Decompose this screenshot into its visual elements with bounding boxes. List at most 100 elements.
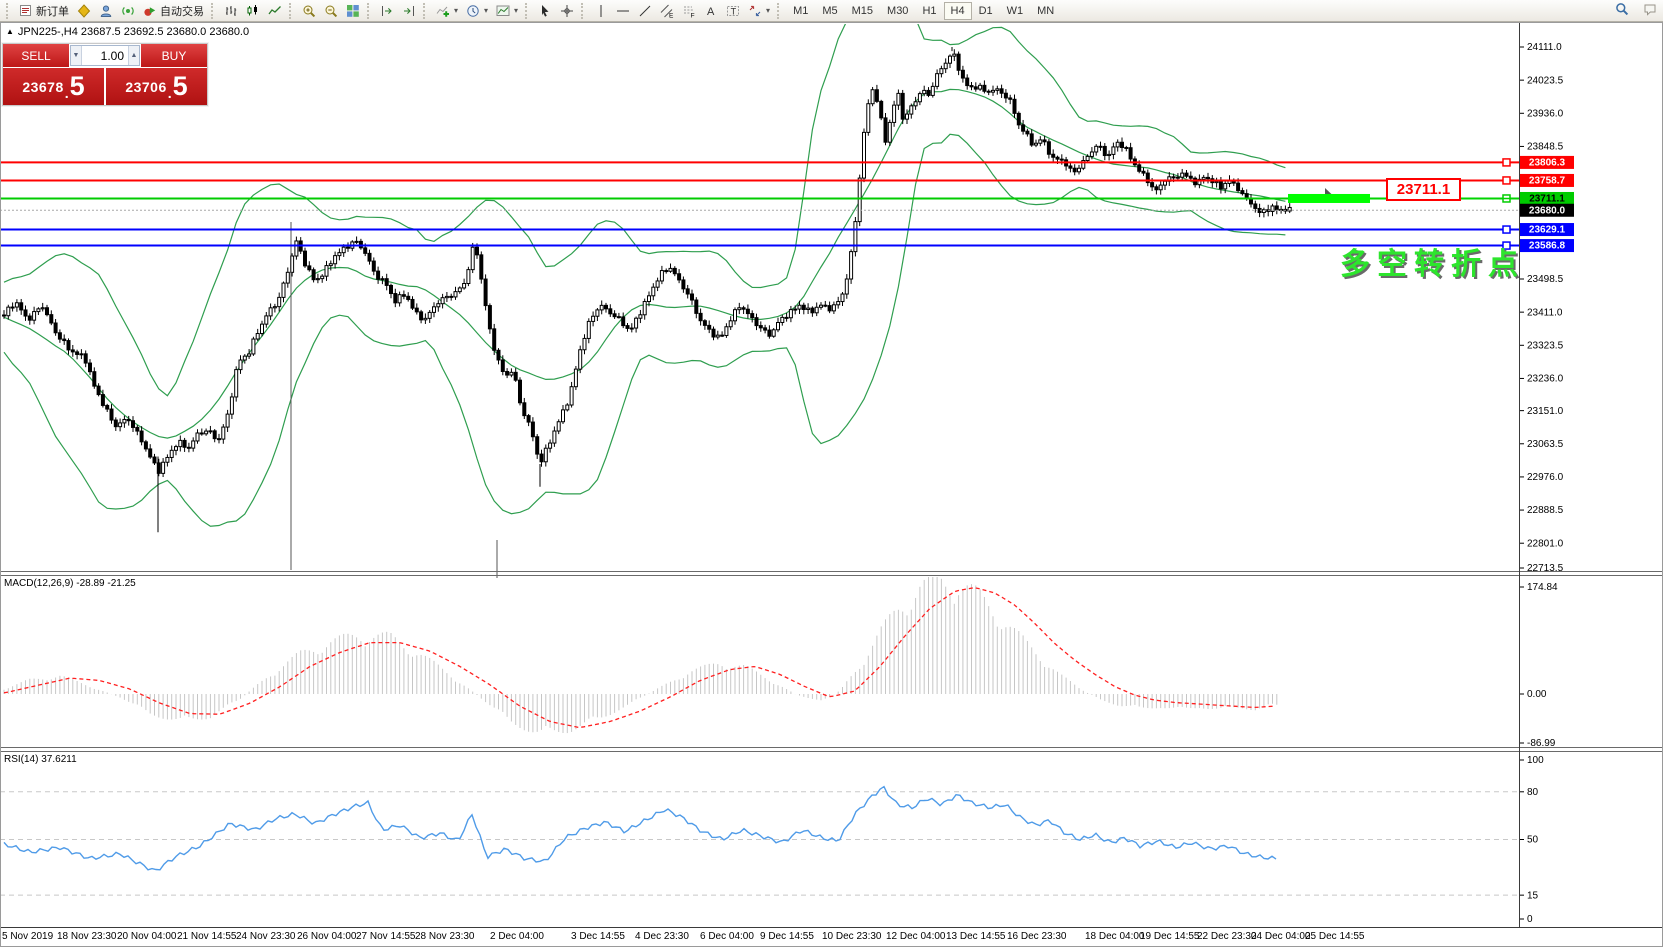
zoom-in-button[interactable]: [298, 1, 320, 21]
candle-body: [450, 296, 453, 297]
timeframe-w1-button[interactable]: W1: [1000, 2, 1031, 20]
crosshair-button[interactable]: [556, 1, 578, 21]
toolbar-grip: [367, 3, 373, 19]
auto-scroll-button[interactable]: [398, 1, 420, 21]
price-line-label-text: 23806.3: [1529, 158, 1566, 169]
time-axis-label: 16 Dec 23:30: [1007, 931, 1067, 942]
buy-button[interactable]: BUY: [141, 44, 207, 67]
community-icon[interactable]: [95, 1, 117, 21]
templates-button[interactable]: ▾: [492, 1, 522, 21]
fibonacci-button[interactable]: F: [678, 1, 700, 21]
label-button[interactable]: T: [722, 1, 744, 21]
price-callout[interactable]: 23711.1: [1386, 178, 1461, 201]
timeframe-mn-button[interactable]: MN: [1030, 2, 1061, 20]
candle-body: [316, 279, 319, 280]
buy-price[interactable]: 23706.5: [106, 68, 207, 105]
candle-body: [1142, 171, 1145, 173]
line-chart-button[interactable]: [264, 1, 286, 21]
autotrading-button[interactable]: 自动交易: [139, 1, 208, 21]
timeframe-h4-button[interactable]: H4: [944, 2, 972, 20]
chevron-down-icon[interactable]: ▾: [514, 6, 518, 15]
highlight-rectangle[interactable]: [1288, 194, 1370, 203]
candle-body: [458, 288, 461, 292]
candle-body: [755, 318, 758, 326]
timeframe-m1-button[interactable]: M1: [786, 2, 815, 20]
bar-chart-button[interactable]: [220, 1, 242, 21]
chevron-down-icon[interactable]: ▾: [766, 6, 770, 15]
sell-button[interactable]: SELL: [3, 44, 69, 67]
candle-body: [592, 316, 595, 321]
search-icon[interactable]: [1615, 2, 1629, 21]
candle-body: [368, 253, 371, 261]
line-anchor-marker[interactable]: [1503, 226, 1510, 233]
candle-body: [609, 309, 612, 314]
time-axis-label: 24 Nov 23:30: [236, 931, 296, 942]
line-anchor-marker[interactable]: [1503, 177, 1510, 184]
sell-price[interactable]: 23678.5: [3, 68, 104, 105]
candle-body: [488, 306, 491, 329]
time-axis-label: 9 Dec 14:55: [760, 931, 814, 942]
search-glyph: [1615, 2, 1629, 16]
mql5-market-icon[interactable]: [73, 1, 95, 21]
candle-body: [187, 447, 190, 448]
candle-body: [1004, 93, 1007, 98]
linechart-glyph: [268, 4, 282, 18]
toolbar-grip: [211, 3, 217, 19]
volume-increase-button[interactable]: ▲: [128, 46, 139, 65]
time-axis-label: 24 Dec 04:00: [1251, 931, 1311, 942]
timeframe-m30-button[interactable]: M30: [880, 2, 915, 20]
chevron-down-icon[interactable]: ▾: [454, 6, 458, 15]
trendline-button[interactable]: [634, 1, 656, 21]
rsi-axis-label: 0: [1527, 914, 1533, 925]
indicators-button[interactable]: ▾: [432, 1, 462, 21]
chart-area[interactable]: 24111.024023.523936.023848.523761.023673…: [0, 0, 1663, 947]
candle-body: [428, 312, 431, 318]
chart-annotation[interactable]: 多空转折点: [1340, 239, 1525, 283]
timeframe-m5-button[interactable]: M5: [815, 2, 844, 20]
candle-body: [265, 316, 268, 324]
candle-body: [910, 106, 913, 114]
cursor-button[interactable]: [534, 1, 556, 21]
candle-body: [463, 284, 466, 288]
timeframe-d1-button[interactable]: D1: [972, 2, 1000, 20]
toolbar-grip: [6, 3, 12, 19]
chart-shift-button[interactable]: [376, 1, 398, 21]
chevron-down-icon[interactable]: ▾: [484, 6, 488, 15]
candle-body: [906, 114, 909, 119]
buy-price-main: 23706: [125, 79, 166, 95]
candle-body: [123, 419, 126, 422]
candle-body: [966, 78, 969, 86]
candle-body: [622, 317, 625, 326]
vertical-line-button[interactable]: [590, 1, 612, 21]
candle-body: [415, 308, 418, 312]
candle-body: [213, 431, 216, 439]
equidistant-channel-button[interactable]: E: [656, 1, 678, 21]
horizontal-line-button[interactable]: [612, 1, 634, 21]
volume-input[interactable]: [82, 46, 128, 65]
candle-body: [497, 350, 500, 360]
candle-body: [553, 431, 556, 443]
timeframe-m15-button[interactable]: M15: [845, 2, 880, 20]
macd-axis-label: 0.00: [1527, 689, 1547, 700]
zoom-out-button[interactable]: [320, 1, 342, 21]
add-indicator-glyph: [436, 4, 450, 18]
periods-button[interactable]: ▾: [462, 1, 492, 21]
arrows-button[interactable]: ▾: [744, 1, 774, 21]
volume-decrease-button[interactable]: ▼: [71, 46, 82, 65]
candle-body: [58, 333, 61, 339]
chat-icon[interactable]: [1643, 2, 1657, 21]
candle-body: [441, 298, 444, 304]
signals-icon[interactable]: [117, 1, 139, 21]
candle-body: [936, 74, 939, 87]
line-anchor-marker[interactable]: [1503, 159, 1510, 166]
new-order-button[interactable]: 新订单: [15, 1, 73, 21]
candle-body: [192, 441, 195, 448]
time-axis[interactable]: 5 Nov 201918 Nov 23:3020 Nov 04:0021 Nov…: [0, 931, 1663, 945]
text-button[interactable]: A: [700, 1, 722, 21]
tile-windows-button[interactable]: [342, 1, 364, 21]
collapse-panel-arrow[interactable]: ▲: [6, 27, 14, 36]
timeframe-h1-button[interactable]: H1: [915, 2, 943, 20]
candle-body: [1207, 177, 1210, 178]
tiles-glyph: [346, 4, 360, 18]
candle-chart-button[interactable]: [242, 1, 264, 21]
